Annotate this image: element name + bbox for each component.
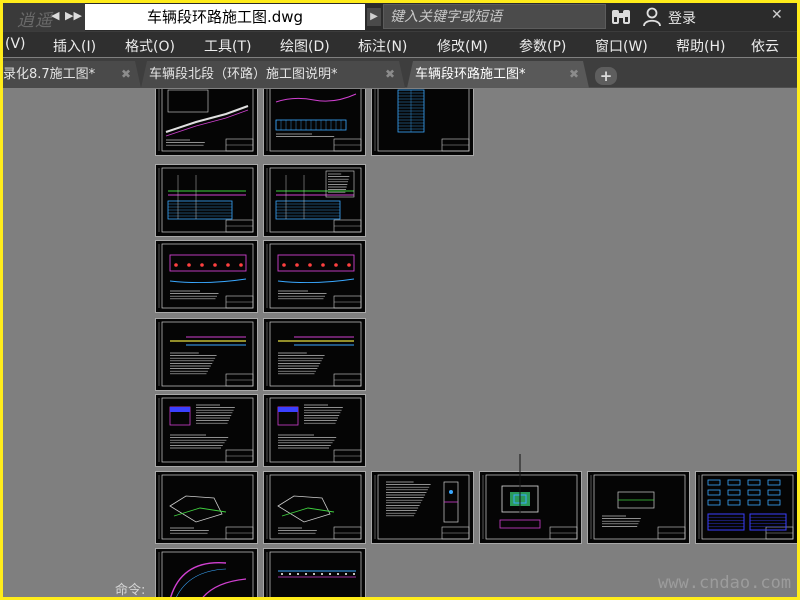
drawing-preview <box>698 474 794 540</box>
layout-thumbnail[interactable] <box>263 471 366 544</box>
layout-thumbnail[interactable] <box>695 471 797 544</box>
layout-thumbnail[interactable] <box>263 548 366 597</box>
close-icon[interactable]: ✖ <box>121 61 131 88</box>
close-icon[interactable]: ✕ <box>771 7 783 23</box>
tab-label: 车辆段环路施工图* <box>415 67 526 82</box>
layout-thumbnail[interactable] <box>371 89 474 156</box>
drawing-preview <box>158 243 254 309</box>
layout-thumbnail[interactable] <box>263 318 366 391</box>
layout-thumbnail[interactable] <box>263 164 366 237</box>
layout-thumbnail[interactable] <box>587 471 690 544</box>
application-window: 逍遥 ◀ ▶▶ 车辆段环路施工图.dwg ▶ 登录 ✕ (V) 插入(I) 格式… <box>3 3 797 597</box>
layout-thumbnail[interactable] <box>155 89 258 156</box>
login-button[interactable]: 登录 <box>668 8 696 28</box>
close-icon[interactable]: ✖ <box>385 61 395 88</box>
menu-insert[interactable]: 插入(I) <box>53 36 96 56</box>
menu-cloud[interactable]: 依云 <box>751 36 779 56</box>
layout-thumbnail[interactable] <box>263 89 366 156</box>
add-tab-button[interactable]: + <box>595 67 617 85</box>
drawing-preview <box>266 321 362 387</box>
drawing-preview <box>158 89 254 152</box>
drawing-preview <box>374 89 470 152</box>
document-tab-bar: 录化8.7施工图* ✖ 车辆段北段（环路）施工图说明* ✖ 车辆段环路施工图* … <box>3 58 797 88</box>
watermark: www.cndao.com <box>658 573 792 593</box>
menu-view[interactable]: (V) <box>5 36 26 52</box>
drawing-preview <box>158 167 254 233</box>
drawing-preview <box>266 551 362 597</box>
menu-parameter[interactable]: 参数(P) <box>519 36 566 56</box>
document-title: 车辆段环路施工图.dwg <box>85 4 365 30</box>
quick-access-toolbar: 逍遥 ◀ ▶▶ <box>3 3 85 31</box>
drawing-preview <box>266 397 362 463</box>
layout-thumbnail[interactable] <box>263 240 366 313</box>
layout-thumbnail[interactable] <box>371 471 474 544</box>
close-icon[interactable]: ✖ <box>569 61 579 88</box>
tab-greening-drawing[interactable]: 录化8.7施工图* ✖ <box>3 61 141 88</box>
app-logo: 逍遥 <box>17 11 53 31</box>
search-input[interactable] <box>384 5 605 28</box>
drawing-preview <box>374 474 470 540</box>
forward-icon[interactable]: ▶▶ <box>65 9 82 22</box>
user-icon[interactable] <box>642 7 662 27</box>
tab-loop-road-drawing[interactable]: 车辆段环路施工图* ✖ <box>407 61 589 88</box>
command-line-label: 命令: <box>115 583 146 597</box>
drawing-preview <box>266 243 362 309</box>
drawing-preview <box>158 321 254 387</box>
search-expand-icon[interactable]: ▶ <box>367 8 381 26</box>
layout-thumbnail[interactable] <box>155 164 258 237</box>
menu-help[interactable]: 帮助(H) <box>676 36 725 56</box>
drawing-preview <box>266 89 362 152</box>
back-icon[interactable]: ◀ <box>51 9 59 22</box>
layout-thumbnail[interactable] <box>155 548 258 597</box>
menu-bar: (V) 插入(I) 格式(O) 工具(T) 绘图(D) 标注(N) 修改(M) … <box>3 31 797 57</box>
drawing-preview <box>266 167 362 233</box>
menu-tools[interactable]: 工具(T) <box>204 36 251 56</box>
drawing-preview <box>158 551 254 597</box>
menu-window[interactable]: 窗口(W) <box>595 36 648 56</box>
title-bar: 逍遥 ◀ ▶▶ 车辆段环路施工图.dwg ▶ 登录 ✕ <box>3 3 797 31</box>
crosshair-cursor-icon <box>519 454 521 514</box>
layout-thumbnail[interactable] <box>155 471 258 544</box>
menu-draw[interactable]: 绘图(D) <box>280 36 330 56</box>
menu-modify[interactable]: 修改(M) <box>437 36 488 56</box>
layout-thumbnail[interactable] <box>155 240 258 313</box>
tab-label: 录化8.7施工图* <box>3 67 96 82</box>
drawing-preview <box>590 474 686 540</box>
search-box <box>383 4 606 29</box>
drawing-preview <box>158 474 254 540</box>
layout-thumbnail[interactable] <box>155 394 258 467</box>
tab-label: 车辆段北段（环路）施工图说明* <box>149 67 338 82</box>
drawing-canvas[interactable]: 命令: www.cndao.com <box>3 89 797 597</box>
drawing-preview <box>158 397 254 463</box>
tab-north-section-notes[interactable]: 车辆段北段（环路）施工图说明* ✖ <box>141 61 405 88</box>
layout-thumbnail[interactable] <box>155 318 258 391</box>
layout-thumbnail[interactable] <box>263 394 366 467</box>
menu-dimension[interactable]: 标注(N) <box>358 36 407 56</box>
binoculars-icon[interactable] <box>610 8 632 26</box>
drawing-preview <box>266 474 362 540</box>
menu-format[interactable]: 格式(O) <box>125 36 175 56</box>
